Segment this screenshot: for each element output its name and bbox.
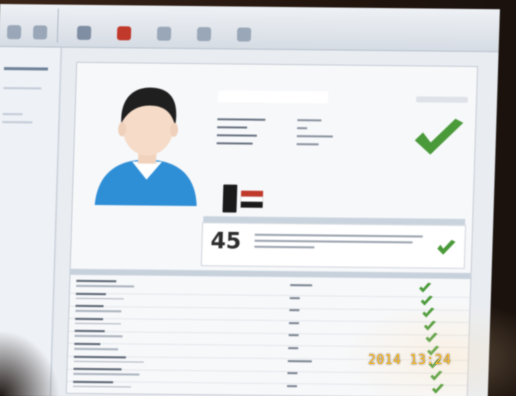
info-row xyxy=(216,140,417,146)
dark-corner xyxy=(0,330,60,396)
row-label xyxy=(73,355,126,359)
info-row xyxy=(217,116,417,122)
photo-timestamp: 2014 13:24 xyxy=(368,353,452,368)
toolbar xyxy=(0,4,500,53)
toolbar-button[interactable] xyxy=(5,10,24,42)
id-card-icon xyxy=(222,184,264,213)
row-value xyxy=(288,321,300,325)
row-sublabel xyxy=(73,360,144,363)
row-value xyxy=(289,296,300,299)
check-icon xyxy=(437,239,456,255)
row-sublabel xyxy=(76,284,135,287)
score-value: 45 xyxy=(210,229,242,255)
row-sublabel xyxy=(75,310,122,313)
row-label xyxy=(73,368,122,371)
score-panel-header xyxy=(203,216,466,225)
row-label xyxy=(73,380,114,384)
toolbar-icon xyxy=(6,25,22,40)
score-panel: 45 xyxy=(200,216,467,269)
row-sublabel xyxy=(74,347,119,350)
avatar xyxy=(94,87,197,207)
toolbar-button[interactable] xyxy=(31,10,50,42)
row-sublabel xyxy=(74,335,123,338)
row-value xyxy=(288,334,299,337)
toolbar-icon xyxy=(236,27,252,42)
toolbar-button[interactable] xyxy=(107,11,142,43)
row-value xyxy=(286,384,298,388)
photo-scene: 45 2014 13:24 xyxy=(0,0,516,396)
row-label xyxy=(75,305,104,308)
row-value xyxy=(288,347,299,350)
toolbar-button[interactable] xyxy=(149,12,180,44)
check-icon xyxy=(414,118,464,155)
row-value xyxy=(290,284,313,287)
row-value xyxy=(289,309,300,312)
toolbar-button[interactable] xyxy=(69,11,100,43)
status-badge xyxy=(415,96,469,103)
stop-icon xyxy=(116,26,132,41)
toolbar-icon xyxy=(156,26,172,41)
info-row xyxy=(216,132,417,138)
row-label xyxy=(74,330,105,333)
sidebar-item[interactable] xyxy=(2,121,33,124)
name-bar xyxy=(217,90,329,104)
score-description xyxy=(254,232,429,250)
toolbar-icon xyxy=(76,25,92,40)
row-value xyxy=(287,372,298,375)
row-value xyxy=(287,359,312,362)
toolbar-icon xyxy=(32,25,48,40)
toolbar-icon xyxy=(196,27,212,42)
row-sublabel xyxy=(73,373,140,376)
sidebar-item[interactable] xyxy=(3,87,42,90)
screen-glare xyxy=(340,300,516,396)
toolbar-separator xyxy=(56,8,59,43)
row-label xyxy=(75,317,104,320)
row-sublabel xyxy=(75,297,124,300)
info-row xyxy=(217,124,417,130)
row-label xyxy=(75,292,106,295)
row-label xyxy=(76,279,117,283)
row-sublabel xyxy=(74,322,121,325)
sidebar-item[interactable] xyxy=(3,67,49,71)
toolbar-button[interactable] xyxy=(227,12,262,44)
row-sublabel xyxy=(72,385,131,388)
check-icon xyxy=(419,282,432,293)
sidebar-item[interactable] xyxy=(2,113,23,116)
toolbar-button[interactable] xyxy=(187,12,222,44)
row-label xyxy=(74,342,101,346)
